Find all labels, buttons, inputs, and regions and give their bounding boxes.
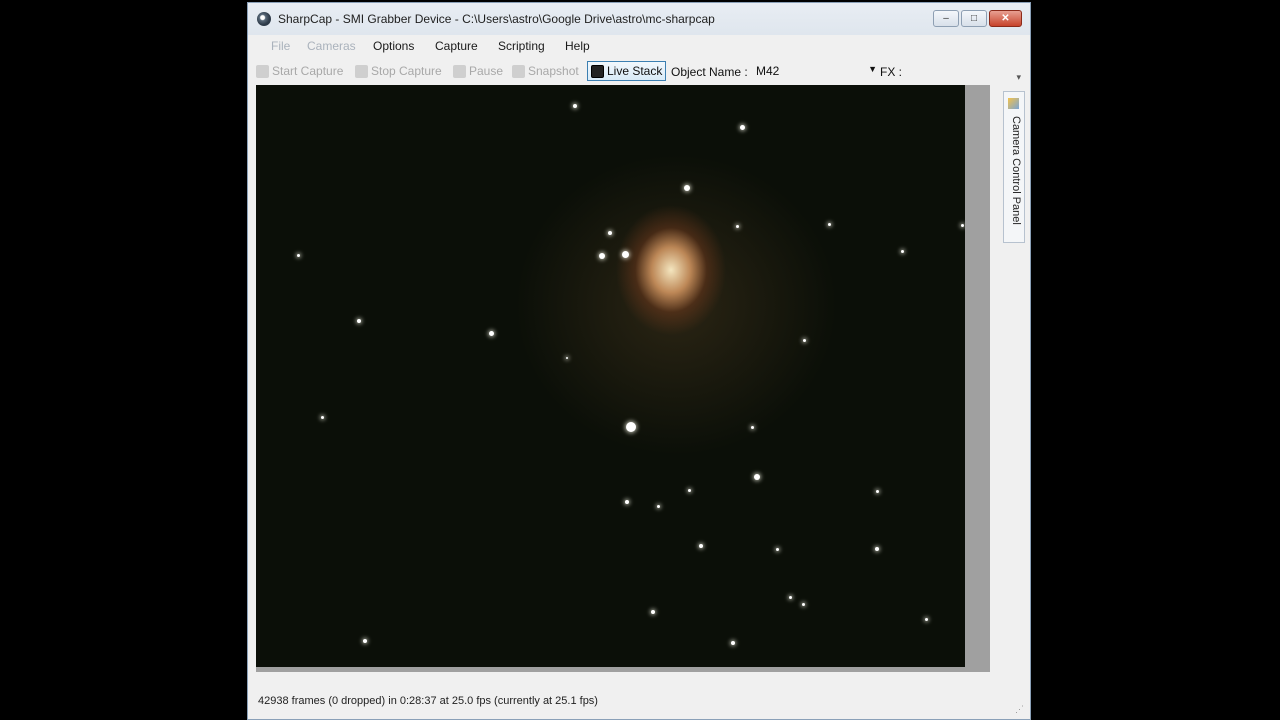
pause-icon: [453, 64, 466, 78]
chevron-down-icon: ▼: [868, 64, 877, 74]
camera-control-icon: [1008, 98, 1019, 109]
camera-icon: [512, 64, 525, 78]
live-stack-button[interactable]: Live Stack: [587, 61, 667, 81]
star: [357, 319, 361, 323]
star: [803, 339, 806, 342]
star: [901, 250, 904, 253]
object-name-label: Object Name :: [671, 65, 748, 79]
title-bar[interactable]: SharpCap - SMI Grabber Device - C:\Users…: [248, 3, 1030, 35]
minimize-button[interactable]: –: [933, 10, 959, 27]
star: [489, 331, 494, 336]
window-title: SharpCap - SMI Grabber Device - C:\Users…: [278, 12, 715, 26]
toolbar: Start Capture Stop Capture Pause Snapsho…: [248, 58, 1030, 84]
star: [736, 225, 739, 228]
star: [363, 639, 367, 643]
menu-capture[interactable]: Capture: [435, 39, 478, 53]
star: [828, 223, 831, 226]
star: [751, 426, 754, 429]
pause-button[interactable]: Pause: [453, 61, 503, 81]
stop-capture-button[interactable]: Stop Capture: [355, 61, 442, 81]
star: [740, 125, 745, 130]
star: [599, 253, 605, 259]
menu-bar: File Cameras Options Capture Scripting H…: [248, 35, 1030, 57]
star: [573, 104, 577, 108]
sharpcap-app-icon[interactable]: [257, 12, 271, 26]
star: [321, 416, 324, 419]
snapshot-button[interactable]: Snapshot: [512, 61, 579, 81]
star: [876, 490, 879, 493]
m42-live-image: [256, 85, 965, 667]
object-name-value: M42: [756, 64, 780, 78]
star: [622, 251, 629, 258]
star: [802, 603, 805, 606]
star: [688, 489, 691, 492]
start-capture-icon: [256, 64, 269, 78]
pause-label: Pause: [469, 64, 504, 78]
star: [566, 357, 568, 359]
object-name-dropdown[interactable]: M42 ▼: [751, 62, 879, 80]
image-viewport[interactable]: [256, 85, 990, 672]
maximize-button[interactable]: □: [961, 10, 987, 27]
start-capture-button[interactable]: Start Capture: [256, 61, 343, 81]
camera-control-panel-tab[interactable]: Camera Control Panel: [1003, 91, 1025, 243]
fx-label: FX :: [880, 65, 903, 79]
stop-capture-label: Stop Capture: [371, 64, 442, 78]
window-controls: – □ ✕: [933, 10, 1022, 27]
capture-status-text: 42938 frames (0 dropped) in 0:28:37 at 2…: [258, 695, 598, 707]
star: [925, 618, 928, 621]
star: [626, 422, 636, 432]
star: [789, 596, 792, 599]
live-stack-icon: [591, 64, 604, 78]
menu-scripting[interactable]: Scripting: [498, 39, 545, 53]
live-stack-label: Live Stack: [607, 64, 663, 78]
star: [776, 548, 779, 551]
stop-capture-icon: [355, 64, 368, 78]
star: [731, 641, 735, 645]
menu-options[interactable]: Options: [373, 39, 414, 53]
status-bar: 42938 frames (0 dropped) in 0:28:37 at 2…: [248, 691, 1030, 719]
star: [657, 505, 660, 508]
star: [684, 185, 690, 191]
star: [608, 231, 612, 235]
resize-grip-icon[interactable]: ⋰: [1015, 704, 1024, 715]
star: [875, 547, 879, 551]
star: [651, 610, 655, 614]
menu-help[interactable]: Help: [565, 39, 590, 53]
close-button[interactable]: ✕: [989, 10, 1022, 27]
star: [297, 254, 300, 257]
star: [625, 500, 629, 504]
start-capture-label: Start Capture: [272, 64, 344, 78]
star: [754, 474, 760, 480]
menu-cameras[interactable]: Cameras: [307, 39, 356, 53]
star: [961, 224, 964, 227]
sharpcap-window: SharpCap - SMI Grabber Device - C:\Users…: [247, 2, 1031, 720]
star: [699, 544, 703, 548]
menu-file[interactable]: File: [271, 39, 290, 53]
camera-control-panel-label: Camera Control Panel: [1010, 116, 1022, 225]
snapshot-label: Snapshot: [528, 64, 579, 78]
toolbar-overflow-icon[interactable]: ▾: [1016, 72, 1021, 83]
